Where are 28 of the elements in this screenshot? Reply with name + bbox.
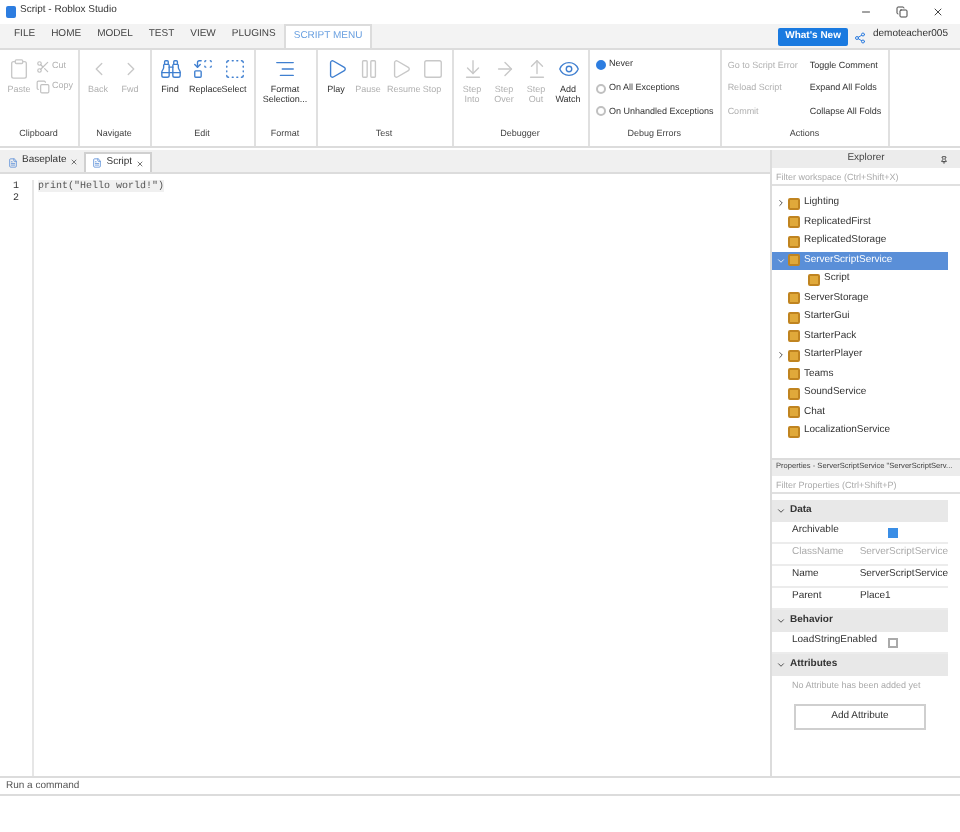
binoculars-icon [159, 58, 182, 80]
file-icon [8, 157, 18, 167]
file-icon [92, 158, 103, 168]
share-icon[interactable] [854, 32, 867, 44]
app-logo-icon [6, 6, 16, 18]
eye-icon [557, 58, 580, 80]
arrow-up-icon [525, 58, 548, 80]
radio-button[interactable] [595, 83, 606, 94]
close-icon[interactable] [932, 6, 944, 18]
arrow-down-icon [461, 58, 484, 80]
pause-icon [357, 58, 380, 80]
stop-icon [421, 58, 444, 80]
scissors-icon [36, 60, 50, 74]
radio-button[interactable] [595, 59, 606, 70]
arrow-right-icon [493, 58, 516, 80]
restore-icon[interactable] [896, 6, 908, 18]
replace-icon [191, 58, 214, 80]
minimize-icon[interactable] [860, 6, 872, 18]
pin-icon[interactable] [940, 155, 948, 163]
play-icon [389, 58, 412, 80]
dashed-square-icon [223, 58, 246, 80]
clipboard-icon [8, 58, 30, 80]
checkbox[interactable] [888, 527, 898, 537]
copy-icon [36, 80, 50, 94]
play-icon [325, 58, 348, 80]
radio-button[interactable] [595, 106, 606, 117]
align-icon [274, 58, 297, 80]
checkbox[interactable] [888, 637, 898, 647]
